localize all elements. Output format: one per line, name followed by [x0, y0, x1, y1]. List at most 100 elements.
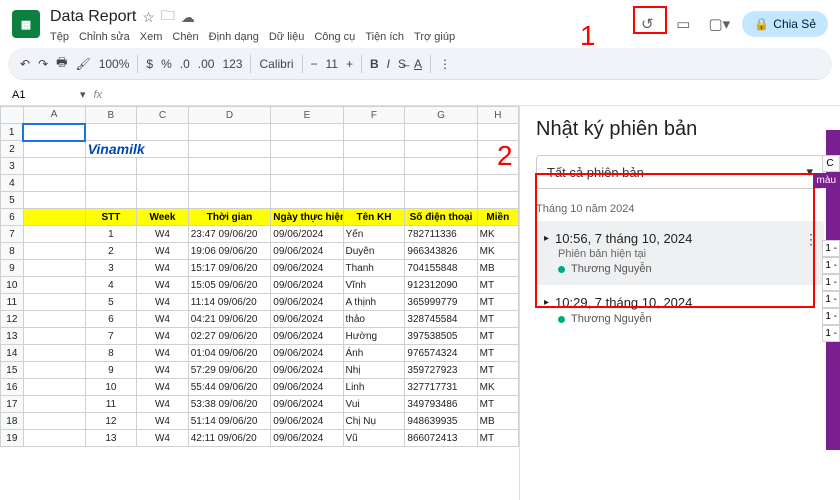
redo-icon[interactable]: ↷: [38, 57, 48, 71]
table-header-cell[interactable]: Miền: [477, 209, 518, 226]
side-cell[interactable]: 1 -: [822, 291, 840, 308]
data-cell[interactable]: W4: [137, 345, 189, 362]
row-header[interactable]: 4: [1, 175, 24, 192]
data-cell[interactable]: 782711336: [405, 226, 477, 243]
zoom-select[interactable]: 100%: [99, 57, 130, 71]
row-header[interactable]: 5: [1, 192, 24, 209]
data-cell[interactable]: 359727923: [405, 362, 477, 379]
data-cell[interactable]: 966343826: [405, 243, 477, 260]
data-cell[interactable]: W4: [137, 413, 189, 430]
data-cell[interactable]: 5: [85, 294, 137, 311]
data-cell[interactable]: 04:21 09/06/20: [188, 311, 271, 328]
data-cell[interactable]: 4: [85, 277, 137, 294]
sheets-logo[interactable]: ▦: [12, 10, 40, 38]
share-button[interactable]: 🔒 Chia Sẻ: [742, 11, 828, 37]
row-header[interactable]: 15: [1, 362, 24, 379]
formula-bar[interactable]: [110, 89, 828, 101]
data-cell[interactable]: 10: [85, 379, 137, 396]
currency-icon[interactable]: $: [146, 57, 153, 71]
data-cell[interactable]: 09/06/2024: [271, 396, 343, 413]
data-cell[interactable]: Vũ: [343, 430, 405, 447]
row-header[interactable]: 17: [1, 396, 24, 413]
data-cell[interactable]: 51:14 09/06/20: [188, 413, 271, 430]
data-cell[interactable]: MB: [477, 260, 518, 277]
data-cell[interactable]: 397538505: [405, 328, 477, 345]
data-cell[interactable]: W4: [137, 430, 189, 447]
data-cell[interactable]: W4: [137, 277, 189, 294]
data-cell[interactable]: W4: [137, 379, 189, 396]
data-cell[interactable]: 23:47 09/06/20: [188, 226, 271, 243]
data-cell[interactable]: thảo: [343, 311, 405, 328]
data-cell[interactable]: MT: [477, 396, 518, 413]
menu-edit[interactable]: Chỉnh sửa: [79, 31, 130, 43]
row-header[interactable]: 3: [1, 158, 24, 175]
data-cell[interactable]: Linh: [343, 379, 405, 396]
data-cell[interactable]: MT: [477, 362, 518, 379]
data-cell[interactable]: Nhị: [343, 362, 405, 379]
col-header[interactable]: C: [137, 107, 189, 124]
side-cell[interactable]: 1 -: [822, 308, 840, 325]
more-icon[interactable]: ⋮: [804, 231, 818, 248]
name-box[interactable]: [12, 89, 72, 101]
data-cell[interactable]: 3: [85, 260, 137, 277]
side-cell[interactable]: 1 -: [822, 325, 840, 342]
side-cell[interactable]: 1 -: [822, 257, 840, 274]
row-header[interactable]: 9: [1, 260, 24, 277]
expand-icon[interactable]: ▸: [544, 233, 549, 244]
data-cell[interactable]: MT: [477, 311, 518, 328]
data-cell[interactable]: Vĩnh: [343, 277, 405, 294]
data-cell[interactable]: 09/06/2024: [271, 311, 343, 328]
data-cell[interactable]: 19:06 09/06/20: [188, 243, 271, 260]
font-size-plus[interactable]: +: [346, 57, 353, 71]
percent-icon[interactable]: %: [161, 57, 172, 71]
data-cell[interactable]: 09/06/2024: [271, 430, 343, 447]
row-header[interactable]: 19: [1, 430, 24, 447]
data-cell[interactable]: 02:27 09/06/20: [188, 328, 271, 345]
meet-icon[interactable]: ▢▾: [706, 11, 732, 37]
data-cell[interactable]: MK: [477, 379, 518, 396]
data-cell[interactable]: 12: [85, 413, 137, 430]
data-cell[interactable]: Thanh: [343, 260, 405, 277]
star-icon[interactable]: ☆: [142, 9, 155, 26]
col-header[interactable]: F: [343, 107, 405, 124]
data-cell[interactable]: 13: [85, 430, 137, 447]
table-header-cell[interactable]: Số điện thoại: [405, 209, 477, 226]
data-cell[interactable]: 11: [85, 396, 137, 413]
row-header[interactable]: 11: [1, 294, 24, 311]
data-cell[interactable]: MT: [477, 294, 518, 311]
data-cell[interactable]: W4: [137, 362, 189, 379]
dec-decrease-icon[interactable]: .0: [180, 57, 190, 71]
data-cell[interactable]: MK: [477, 243, 518, 260]
data-cell[interactable]: MT: [477, 277, 518, 294]
col-header[interactable]: H: [477, 107, 518, 124]
menu-help[interactable]: Trợ giúp: [414, 31, 455, 43]
dec-increase-icon[interactable]: .00: [198, 57, 215, 71]
expand-icon[interactable]: ▸: [544, 297, 549, 308]
data-cell[interactable]: 09/06/2024: [271, 362, 343, 379]
font-size-minus[interactable]: −: [311, 57, 318, 71]
row-header[interactable]: 16: [1, 379, 24, 396]
col-header[interactable]: A: [23, 107, 85, 124]
data-cell[interactable]: 948639935: [405, 413, 477, 430]
data-cell[interactable]: Ánh: [343, 345, 405, 362]
menu-insert[interactable]: Chèn: [172, 31, 198, 43]
data-cell[interactable]: 09/06/2024: [271, 226, 343, 243]
side-cell[interactable]: 1 -: [822, 274, 840, 291]
version-item[interactable]: ▸10:29, 7 tháng 10, 2024Thương Nguyễn: [536, 285, 824, 335]
menu-tools[interactable]: Công cụ: [314, 31, 355, 43]
data-cell[interactable]: W4: [137, 396, 189, 413]
row-header[interactable]: 18: [1, 413, 24, 430]
side-cell[interactable]: 1 -: [822, 240, 840, 257]
print-icon[interactable]: 🖶: [56, 53, 67, 74]
data-cell[interactable]: 01:04 09/06/20: [188, 345, 271, 362]
data-cell[interactable]: 09/06/2024: [271, 345, 343, 362]
data-cell[interactable]: W4: [137, 243, 189, 260]
data-cell[interactable]: 704155848: [405, 260, 477, 277]
data-cell[interactable]: 11:14 09/06/20: [188, 294, 271, 311]
data-cell[interactable]: 09/06/2024: [271, 243, 343, 260]
data-cell[interactable]: 09/06/2024: [271, 277, 343, 294]
more-formats-icon[interactable]: 123: [222, 57, 242, 71]
data-cell[interactable]: Vui: [343, 396, 405, 413]
text-color-icon[interactable]: A: [414, 57, 422, 71]
data-cell[interactable]: 09/06/2024: [271, 260, 343, 277]
